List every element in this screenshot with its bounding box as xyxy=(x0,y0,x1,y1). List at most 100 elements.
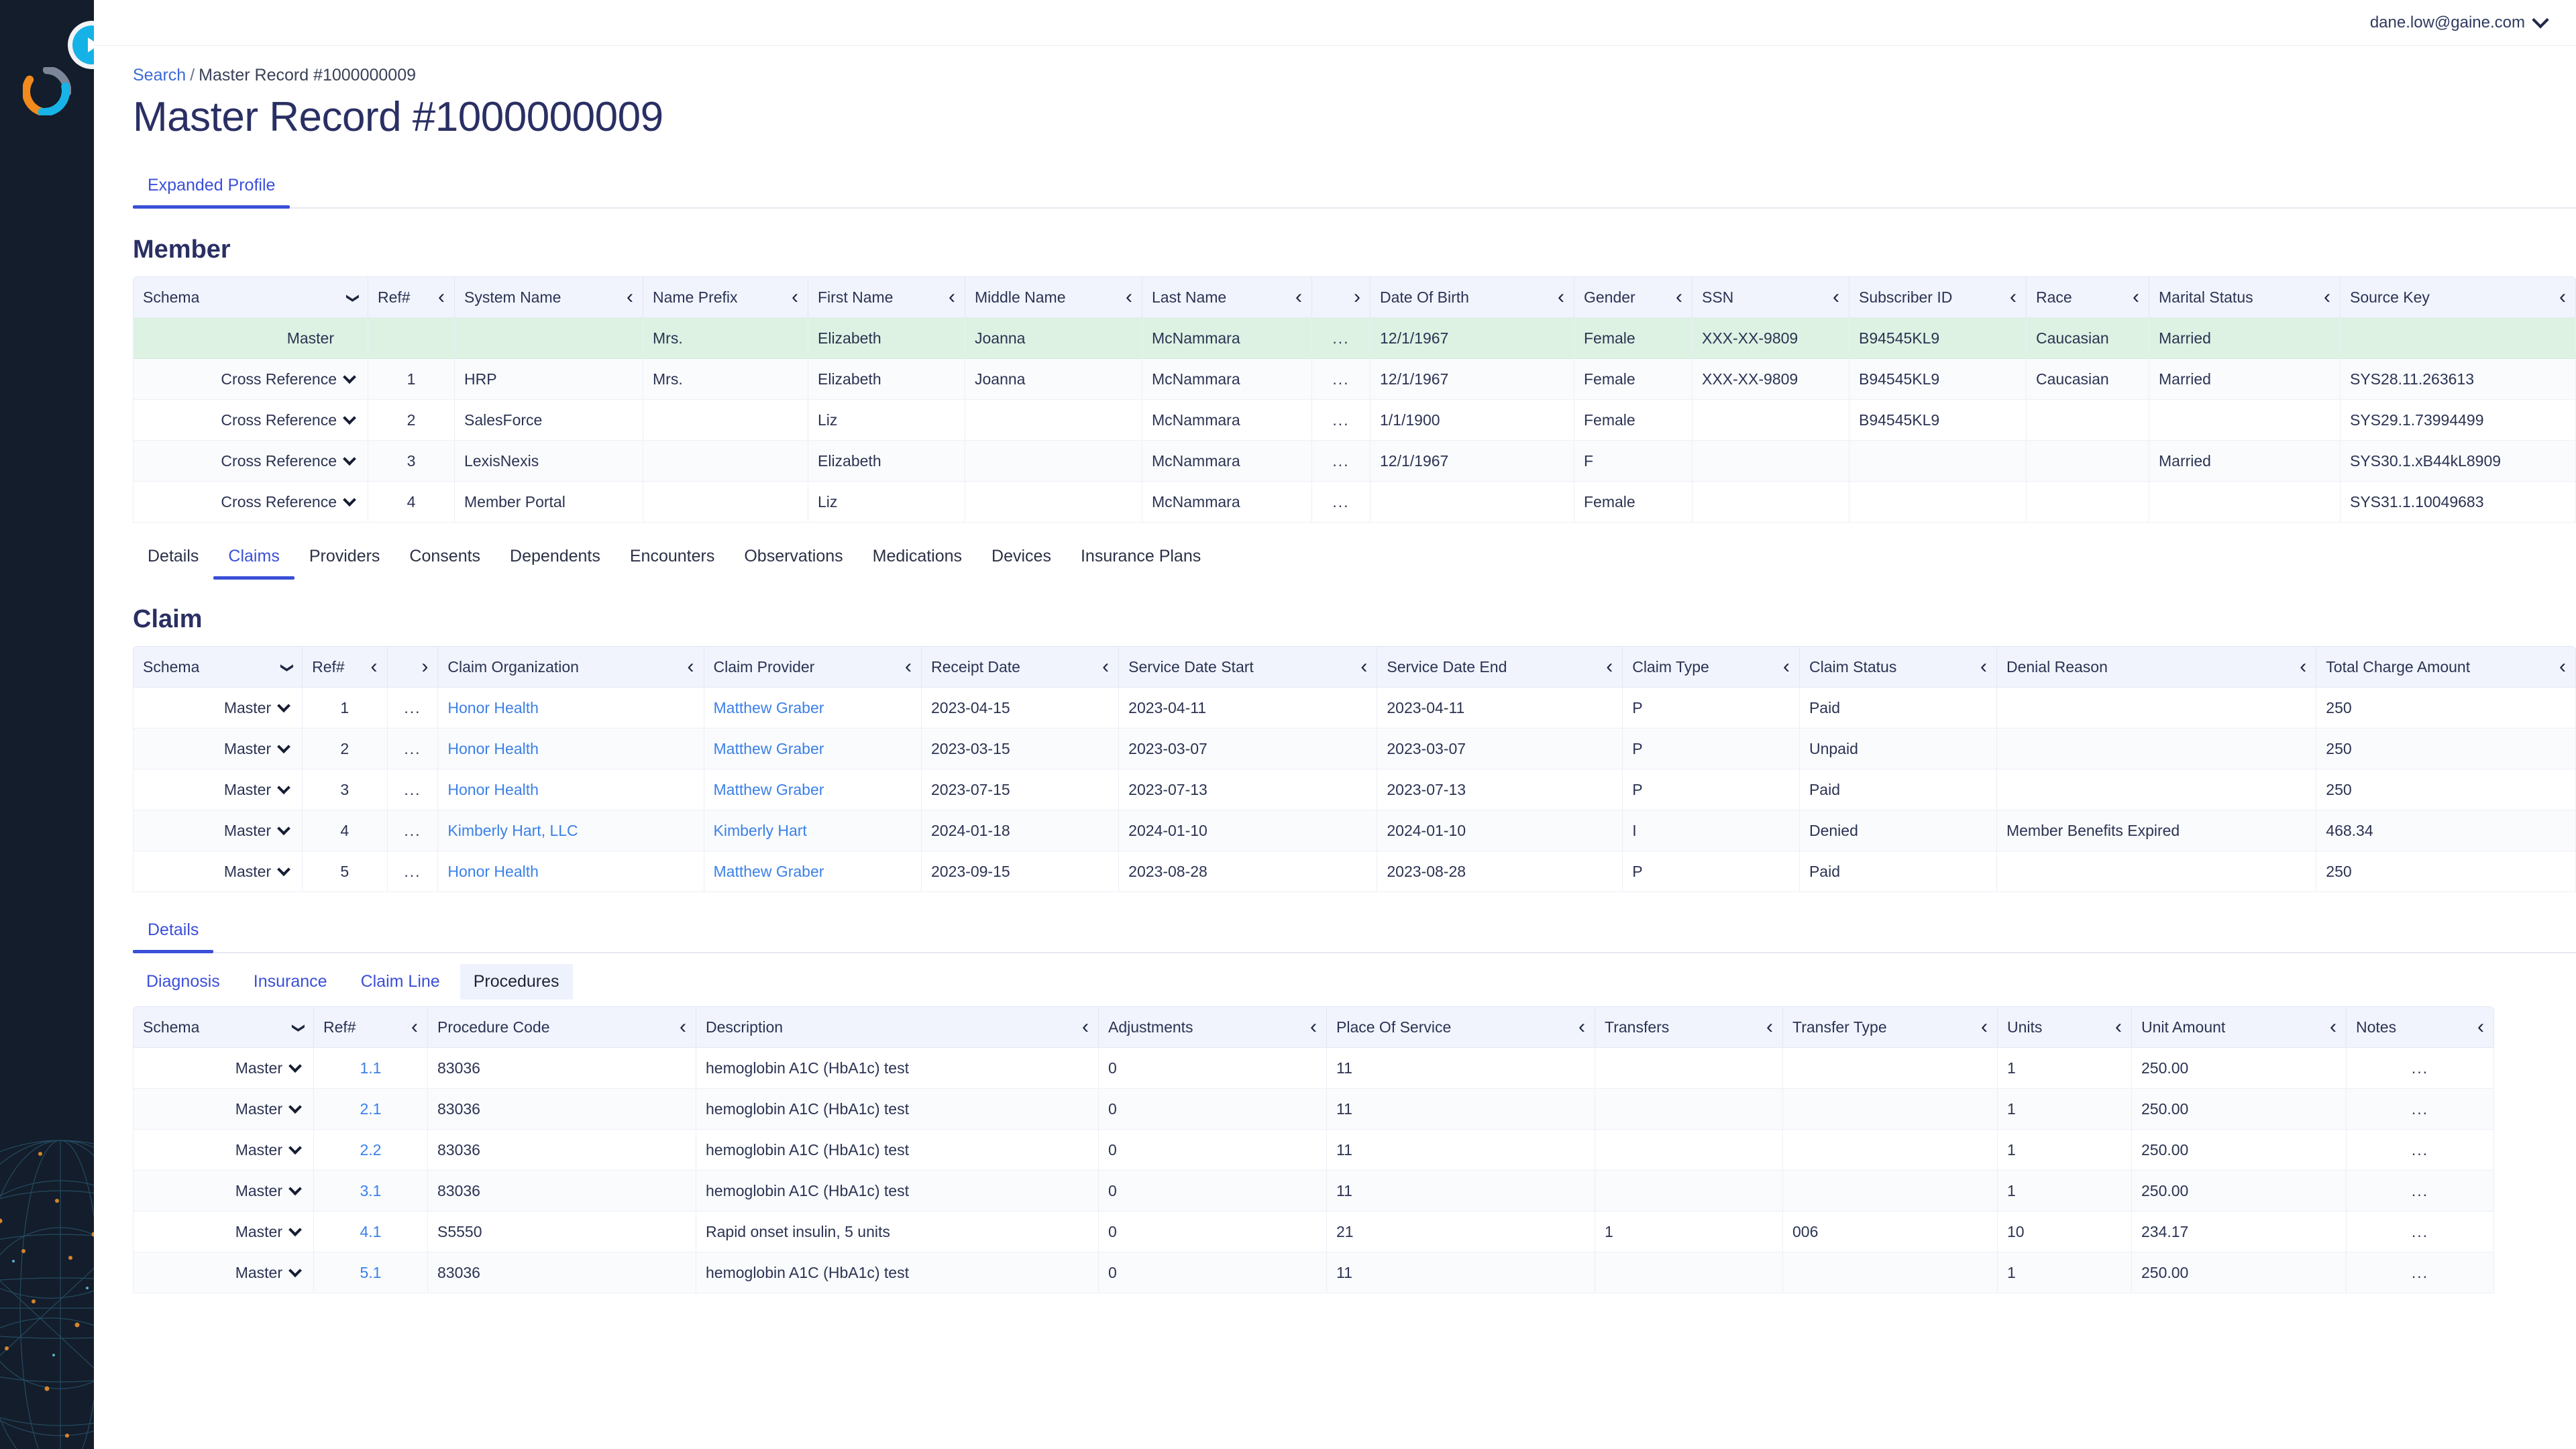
procedures-col-adjustments[interactable]: Adjustments xyxy=(1099,1006,1327,1048)
claim-table-row[interactable]: Master 2... Honor Health Matthew Graber 2023… xyxy=(133,729,2576,769)
tab-dependents[interactable]: Dependents xyxy=(495,547,615,578)
chevron-left-icon[interactable] xyxy=(905,657,912,677)
claim-cell-provider[interactable]: Matthew Graber xyxy=(704,851,922,892)
chevron-left-icon[interactable] xyxy=(371,657,378,677)
schema-cell[interactable]: Master xyxy=(133,1252,314,1293)
procedures-cell-ref[interactable]: 2.1 xyxy=(314,1089,428,1130)
procedures-table-row[interactable]: Master 3.1 83036 hemoglobin A1C (HbA1c) tes… xyxy=(133,1171,2494,1212)
chevron-left-icon[interactable] xyxy=(2115,1017,2122,1037)
chevron-right-icon[interactable] xyxy=(421,657,428,677)
claim-col-receipt-date[interactable]: Receipt Date xyxy=(922,646,1120,688)
tab-devices[interactable]: Devices xyxy=(977,547,1066,578)
chevron-left-icon[interactable] xyxy=(2477,1017,2484,1037)
member-table-row[interactable]: Cross Reference 2 SalesForce Liz McNammara..… xyxy=(133,400,2576,441)
tab-claims[interactable]: Claims xyxy=(213,547,295,580)
procedures-col-procedure-code[interactable]: Procedure Code xyxy=(428,1006,696,1048)
claim-table-row[interactable]: Master 1... Honor Health Matthew Graber 2023… xyxy=(133,688,2576,729)
schema-cell[interactable]: Master xyxy=(133,1048,314,1089)
claim-cell-organization[interactable]: Honor Health xyxy=(438,769,704,810)
chevron-left-icon[interactable] xyxy=(1766,1017,1773,1037)
chevron-left-icon[interactable] xyxy=(411,1017,418,1037)
tab-providers[interactable]: Providers xyxy=(294,547,395,578)
procedures-cell-ref[interactable]: 5.1 xyxy=(314,1252,428,1293)
claim-cell-organization[interactable]: Honor Health xyxy=(438,688,704,729)
claim-col-claim-status[interactable]: Claim Status xyxy=(1799,646,1997,688)
schema-cell[interactable]: Cross Reference xyxy=(133,441,368,482)
tab-observations[interactable]: Observations xyxy=(729,547,857,578)
chevron-left-icon[interactable] xyxy=(1676,287,1682,307)
claim-col-claim-provider[interactable]: Claim Provider xyxy=(704,646,922,688)
claim-col-service-date-start[interactable]: Service Date Start xyxy=(1119,646,1378,688)
subtab-diagnosis[interactable]: Diagnosis xyxy=(133,964,233,1000)
claim-col-ref[interactable]: Ref# xyxy=(303,646,388,688)
procedures-cell-ref[interactable]: 1.1 xyxy=(314,1048,428,1089)
procedures-col-unit-amount[interactable]: Unit Amount xyxy=(2132,1006,2347,1048)
chevron-down-icon[interactable] xyxy=(343,411,356,425)
procedures-col-place-of-service[interactable]: Place Of Service xyxy=(1327,1006,1595,1048)
chevron-left-icon[interactable] xyxy=(1310,1017,1317,1037)
member-col-schema[interactable]: Schema xyxy=(133,276,368,318)
member-col-ref[interactable]: Ref# xyxy=(368,276,455,318)
claim-cell-provider[interactable]: Kimberly Hart xyxy=(704,810,922,851)
schema-cell[interactable]: Master xyxy=(133,810,303,851)
subtab-procedures[interactable]: Procedures xyxy=(460,964,573,1000)
chevron-left-icon[interactable] xyxy=(1981,1017,1988,1037)
chevron-left-icon[interactable] xyxy=(2330,1017,2337,1037)
chevron-left-icon[interactable] xyxy=(680,1017,686,1037)
member-col-gender[interactable]: Gender xyxy=(1574,276,1693,318)
schema-cell[interactable]: Cross Reference xyxy=(133,400,368,441)
chevron-down-icon[interactable] xyxy=(277,699,291,713)
procedures-col-ref[interactable]: Ref# xyxy=(314,1006,428,1048)
schema-cell[interactable]: Master xyxy=(133,1171,314,1212)
chevron-left-icon[interactable] xyxy=(688,657,694,677)
chevron-left-icon[interactable] xyxy=(438,287,445,307)
procedures-table-row[interactable]: Master 5.1 83036 hemoglobin A1C (HbA1c) tes… xyxy=(133,1252,2494,1293)
subtab-insurance[interactable]: Insurance xyxy=(240,964,341,1000)
chevron-down-icon[interactable] xyxy=(288,1100,302,1114)
user-menu[interactable]: dane.low@gaine.com xyxy=(2370,11,2549,32)
chevron-left-icon[interactable] xyxy=(1606,657,1613,677)
claim-cell-provider[interactable]: Matthew Graber xyxy=(704,769,922,810)
tab-insurance-plans[interactable]: Insurance Plans xyxy=(1066,547,1216,578)
schema-cell[interactable]: Master xyxy=(133,851,303,892)
chevron-left-icon[interactable] xyxy=(2559,287,2566,307)
procedures-cell-ref[interactable]: 2.2 xyxy=(314,1130,428,1171)
chevron-left-icon[interactable] xyxy=(1980,657,1987,677)
claim-cell-provider[interactable]: Matthew Graber xyxy=(704,688,922,729)
chevron-down-icon[interactable] xyxy=(288,1223,302,1237)
chevron-left-icon[interactable] xyxy=(2324,287,2330,307)
schema-cell[interactable]: Master xyxy=(133,729,303,769)
member-table-row[interactable]: Cross Reference 4 Member Portal Liz McNammar… xyxy=(133,482,2576,523)
chevron-left-icon[interactable] xyxy=(1833,287,1839,307)
chevron-down-icon[interactable] xyxy=(288,1182,302,1196)
tab-expanded-profile[interactable]: Expanded Profile xyxy=(133,176,290,209)
claim-cell-organization[interactable]: Kimberly Hart, LLC xyxy=(438,810,704,851)
member-col-marital-status[interactable]: Marital Status xyxy=(2149,276,2341,318)
chevron-down-icon[interactable] xyxy=(288,1059,302,1073)
chevron-down-icon[interactable] xyxy=(277,781,291,795)
procedures-col-description[interactable]: Description xyxy=(696,1006,1099,1048)
expand-sidebar-button[interactable] xyxy=(72,25,94,64)
claim-table-row[interactable]: Master 4... Kimberly Hart, LLC Kimberly Har… xyxy=(133,810,2576,851)
schema-cell[interactable]: Master xyxy=(133,1130,314,1171)
member-table-row[interactable]: Cross Reference 1 HRP Mrs. Elizabeth Joanna Mc… xyxy=(133,359,2576,400)
chevron-left-icon[interactable] xyxy=(1082,1017,1089,1037)
member-table-row[interactable]: Master Mrs. Elizabeth Joanna McNammara... 12/… xyxy=(133,318,2576,359)
chevron-down-icon[interactable] xyxy=(282,658,292,676)
claim-col-blank[interactable] xyxy=(387,646,439,688)
chevron-left-icon[interactable] xyxy=(2010,287,2017,307)
member-col-middle-name[interactable]: Middle Name xyxy=(965,276,1142,318)
procedures-col-transfers[interactable]: Transfers xyxy=(1595,1006,1783,1048)
chevron-down-icon[interactable] xyxy=(288,1264,302,1278)
member-col-ssn[interactable]: SSN xyxy=(1693,276,1849,318)
chevron-down-icon[interactable] xyxy=(343,493,356,507)
tab-details[interactable]: Details xyxy=(133,547,213,578)
procedures-col-notes[interactable]: Notes xyxy=(2347,1006,2494,1048)
chevron-left-icon[interactable] xyxy=(2559,657,2566,677)
chevron-down-icon[interactable] xyxy=(277,822,291,836)
procedures-table-row[interactable]: Master 2.1 83036 hemoglobin A1C (HbA1c) tes… xyxy=(133,1089,2494,1130)
subtab-claim-line[interactable]: Claim Line xyxy=(347,964,453,1000)
tab-medications[interactable]: Medications xyxy=(858,547,977,578)
procedures-col-transfer-type[interactable]: Transfer Type xyxy=(1783,1006,1998,1048)
member-col-blank[interactable] xyxy=(1312,276,1371,318)
